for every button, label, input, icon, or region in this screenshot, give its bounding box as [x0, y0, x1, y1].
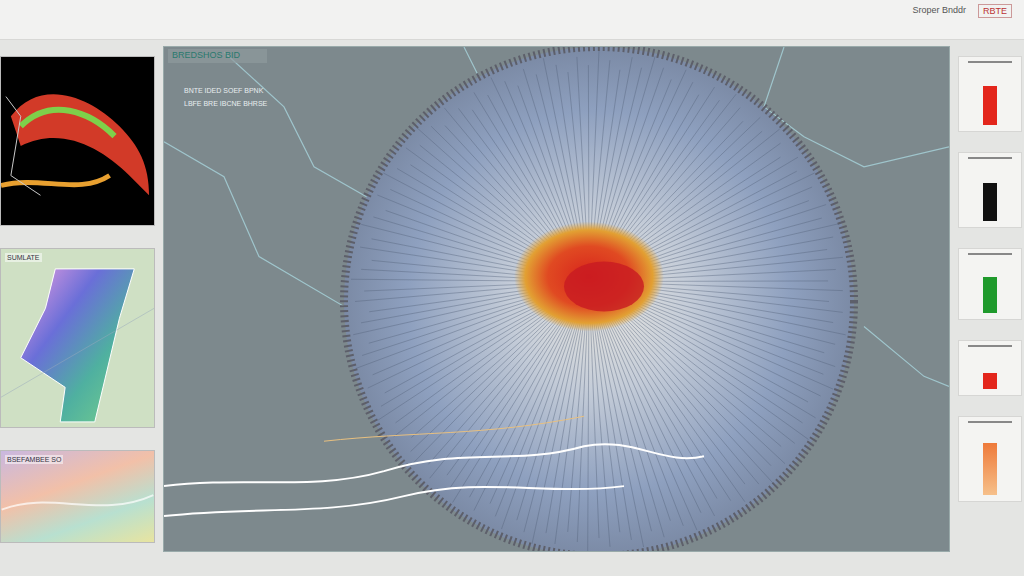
meter-card [958, 152, 1022, 228]
meter-card [958, 340, 1022, 396]
radial-lines [351, 51, 846, 551]
meter-column [958, 46, 1024, 552]
app-window: Sroper Bnddr RBTE SUMLATE BSEFAMBEE SO [0, 0, 1024, 576]
thumbnail-caption: BSEFAMBEE SO [5, 455, 63, 464]
main-canvas[interactable]: BREDSHOS BID BNTE IDED SOEF BPNK LBFE BRE… [163, 46, 950, 552]
canvas-info-line: BNTE IDED SOEF BPNK [184, 86, 267, 95]
meter-color [983, 373, 997, 389]
meter-tick [968, 61, 1012, 63]
header-title[interactable]: RBTE [978, 4, 1012, 18]
meter-color [983, 277, 997, 313]
meter-fill [983, 86, 997, 125]
thumbnail-panel[interactable] [0, 56, 155, 226]
meter-card [958, 416, 1022, 502]
meter-card [958, 248, 1022, 320]
meter-color [983, 183, 997, 221]
meter-color [983, 443, 997, 495]
thumbnail-panel[interactable]: SUMLATE [0, 248, 155, 428]
meter-color [983, 86, 997, 125]
top-bar: Sroper Bnddr RBTE [0, 0, 1024, 40]
thumbnail-caption: SUMLATE [5, 253, 42, 262]
meter-tick [968, 157, 1012, 159]
meter-track [983, 428, 997, 495]
meter-tick [968, 345, 1012, 347]
radial-visualization[interactable] [164, 47, 949, 551]
canvas-info-line: LBFE BRE IBCNE BHRSE [184, 99, 267, 108]
meter-track [983, 164, 997, 221]
meter-card [958, 56, 1022, 132]
thumbnail-column: SUMLATE BSEFAMBEE SO [0, 46, 155, 552]
meter-fill [983, 183, 997, 221]
meter-tick [968, 421, 1012, 423]
canvas-header: BREDSHOS BID BNTE IDED SOEF BPNK LBFE BRE… [168, 49, 267, 108]
meter-fill [983, 277, 997, 313]
meter-tick [968, 253, 1012, 255]
header-subtitle: Sroper Bnddr [912, 4, 966, 16]
meter-track [983, 352, 997, 389]
meter-fill [983, 443, 997, 495]
meter-track [983, 260, 997, 313]
thumbnail-panel[interactable]: BSEFAMBEE SO [0, 450, 155, 543]
canvas-label: BREDSHOS BID [168, 49, 267, 63]
meter-track [983, 68, 997, 125]
meter-fill [983, 373, 997, 389]
